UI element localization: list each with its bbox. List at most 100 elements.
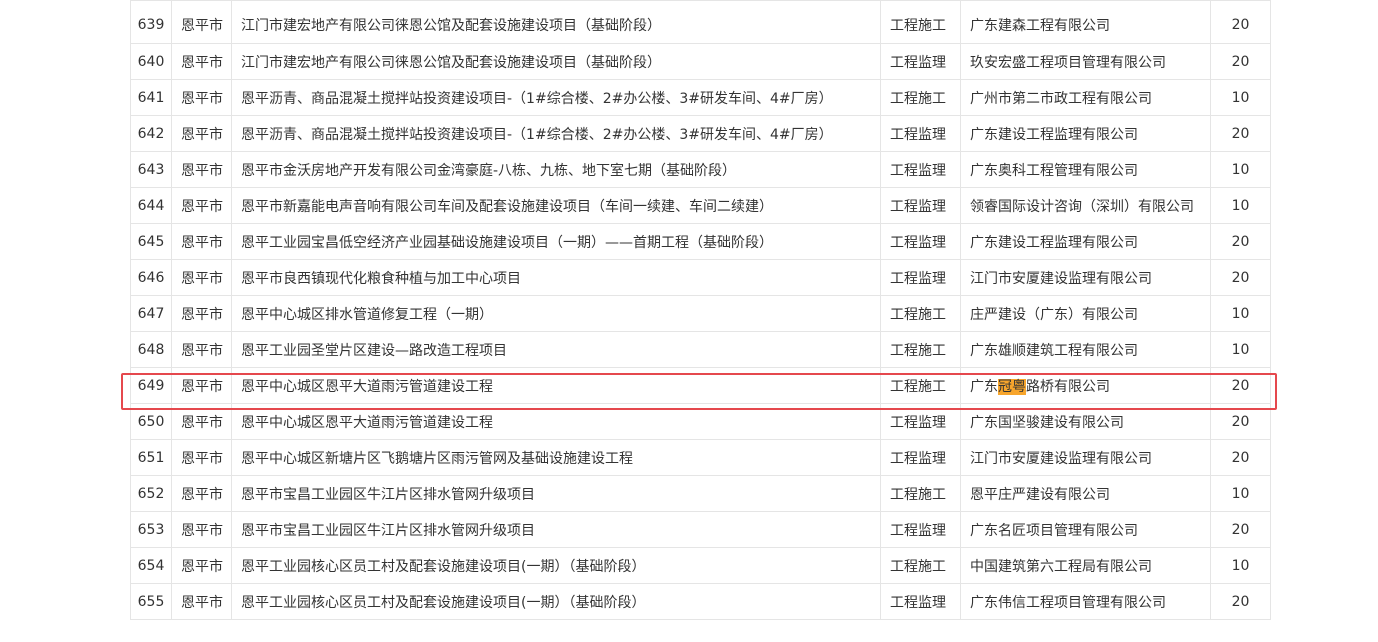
row-company: 中国建筑第六工程局有限公司 [960,547,1211,584]
row-city: 恩平市 [171,43,232,80]
row-work-type: 工程监理 [880,583,961,620]
table-row: 645 恩平市 恩平工业园宝昌低空经济产业园基础设施建设项目（一期）——首期工程（基… [130,223,1271,260]
row-number: 640 [130,43,172,80]
row-city: 恩平市 [171,475,232,512]
row-project-name: 恩平工业园宝昌低空经济产业园基础设施建设项目（一期）——首期工程（基础阶段） [231,223,881,260]
row-company: 广东奥科工程管理有限公司 [960,151,1211,188]
row-number: 647 [130,295,172,332]
row-company: 广东雄顺建筑工程有限公司 [960,331,1211,368]
row-score: 20 [1210,403,1271,440]
row-number: 643 [130,151,172,188]
row-project-name: 恩平沥青、商品混凝土搅拌站投资建设项目-（1#综合楼、2#办公楼、3#研发车间、… [231,115,881,152]
row-score: 20 [1210,583,1271,620]
row-company: 江门市安厦建设监理有限公司 [960,439,1211,476]
row-city: 恩平市 [171,367,232,404]
row-number: 642 [130,115,172,152]
row-score: 10 [1210,151,1271,188]
row-score: 10 [1210,475,1271,512]
row-project-name: 恩平市宝昌工业园区牛江片区排水管网升级项目 [231,475,881,512]
row-work-type: 工程监理 [880,151,961,188]
row-city: 恩平市 [171,331,232,368]
row-work-type: 工程监理 [880,223,961,260]
row-city: 恩平市 [171,547,232,584]
row-score: 20 [1210,367,1271,404]
row-work-type: 工程监理 [880,43,961,80]
row-number: 650 [130,403,172,440]
row-work-type: 工程施工 [880,295,961,332]
row-company: 庄严建设（广东）有限公司 [960,295,1211,332]
row-company: 玖安宏盛工程项目管理有限公司 [960,43,1211,80]
row-score: 20 [1210,259,1271,296]
row-city: 恩平市 [171,0,232,44]
row-city: 恩平市 [171,403,232,440]
results-table-container: 639 恩平市 江门市建宏地产有限公司徕恩公馆及配套设施建设项目（基础阶段） 工程施工… [130,0,1271,620]
row-work-type: 工程施工 [880,0,961,44]
row-work-type: 工程施工 [880,475,961,512]
row-project-name: 恩平市良西镇现代化粮食种植与加工中心项目 [231,259,881,296]
row-company: 领睿国际设计咨询（深圳）有限公司 [960,187,1211,224]
row-project-name: 恩平中心城区排水管道修复工程（一期） [231,295,881,332]
row-project-name: 恩平中心城区新塘片区飞鹅塘片区雨污管网及基础设施建设工程 [231,439,881,476]
row-company: 恩平庄严建设有限公司 [960,475,1211,512]
table-row: 652 恩平市 恩平市宝昌工业园区牛江片区排水管网升级项目 工程施工 恩平庄严建设有限公… [130,475,1271,512]
row-city: 恩平市 [171,583,232,620]
row-number: 648 [130,331,172,368]
row-project-name: 江门市建宏地产有限公司徕恩公馆及配套设施建设项目（基础阶段） [231,0,881,44]
table-row: 655 恩平市 恩平工业园核心区员工村及配套设施建设项目(一期）（基础阶段） 工程监理… [130,583,1271,620]
row-work-type: 工程施工 [880,547,961,584]
row-city: 恩平市 [171,223,232,260]
row-city: 恩平市 [171,115,232,152]
row-company: 广东名匠项目管理有限公司 [960,511,1211,548]
row-number: 639 [130,0,172,44]
table-row: 641 恩平市 恩平沥青、商品混凝土搅拌站投资建设项目-（1#综合楼、2#办公楼、3… [130,79,1271,116]
row-number: 652 [130,475,172,512]
row-company: 广东国坚骏建设有限公司 [960,403,1211,440]
table-row: 643 恩平市 恩平市金沃房地产开发有限公司金湾豪庭-八栋、九栋、地下室七期（基础阶… [130,151,1271,188]
row-company: 广东伟信工程项目管理有限公司 [960,583,1211,620]
row-company: 广州市第二市政工程有限公司 [960,79,1211,116]
table-row: 649 恩平市 恩平中心城区恩平大道雨污管道建设工程 工程施工 广东冠粤路桥有限公司 20 [130,367,1271,404]
row-score: 20 [1210,0,1271,44]
table-row: 654 恩平市 恩平工业园核心区员工村及配套设施建设项目(一期）（基础阶段） 工程施工… [130,547,1271,584]
row-score: 10 [1210,295,1271,332]
row-project-name: 恩平工业园核心区员工村及配套设施建设项目(一期）（基础阶段） [231,583,881,620]
company-text-post: 路桥有限公司 [1026,378,1110,395]
row-city: 恩平市 [171,511,232,548]
row-city: 恩平市 [171,439,232,476]
row-number: 653 [130,511,172,548]
table-row: 650 恩平市 恩平中心城区恩平大道雨污管道建设工程 工程监理 广东国坚骏建设有限公司 2… [130,403,1271,440]
table-row: 651 恩平市 恩平中心城区新塘片区飞鹅塘片区雨污管网及基础设施建设工程 工程监理 江门… [130,439,1271,476]
row-score: 20 [1210,511,1271,548]
table-row: 647 恩平市 恩平中心城区排水管道修复工程（一期） 工程施工 庄严建设（广东）有限公司… [130,295,1271,332]
row-project-name: 恩平中心城区恩平大道雨污管道建设工程 [231,403,881,440]
row-project-name: 恩平市新嘉能电声音响有限公司车间及配套设施建设项目（车间一续建、车间二续建） [231,187,881,224]
row-work-type: 工程施工 [880,79,961,116]
row-score: 10 [1210,79,1271,116]
row-score: 10 [1210,331,1271,368]
row-number: 641 [130,79,172,116]
table-body: 639 恩平市 江门市建宏地产有限公司徕恩公馆及配套设施建设项目（基础阶段） 工程施工… [130,0,1271,620]
row-work-type: 工程施工 [880,331,961,368]
table-row: 642 恩平市 恩平沥青、商品混凝土搅拌站投资建设项目-（1#综合楼、2#办公楼、3… [130,115,1271,152]
row-city: 恩平市 [171,187,232,224]
row-project-name: 恩平沥青、商品混凝土搅拌站投资建设项目-（1#综合楼、2#办公楼、3#研发车间、… [231,79,881,116]
row-work-type: 工程监理 [880,259,961,296]
table-row: 644 恩平市 恩平市新嘉能电声音响有限公司车间及配套设施建设项目（车间一续建、车间… [130,187,1271,224]
search-match-highlight: 冠粤 [998,378,1026,395]
row-company: 广东建森工程有限公司 [960,0,1211,44]
row-city: 恩平市 [171,151,232,188]
row-number: 646 [130,259,172,296]
row-work-type: 工程监理 [880,187,961,224]
row-score: 10 [1210,547,1271,584]
row-project-name: 恩平中心城区恩平大道雨污管道建设工程 [231,367,881,404]
row-company: 广东建设工程监理有限公司 [960,115,1211,152]
row-number: 654 [130,547,172,584]
row-number: 651 [130,439,172,476]
row-city: 恩平市 [171,259,232,296]
row-score: 20 [1210,223,1271,260]
table-row: 646 恩平市 恩平市良西镇现代化粮食种植与加工中心项目 工程监理 江门市安厦建设监理有… [130,259,1271,296]
row-project-name: 恩平市宝昌工业园区牛江片区排水管网升级项目 [231,511,881,548]
row-project-name: 恩平工业园核心区员工村及配套设施建设项目(一期）（基础阶段） [231,547,881,584]
row-company: 广东冠粤路桥有限公司 [960,367,1211,404]
row-project-name: 恩平工业园圣堂片区建设—路改造工程项目 [231,331,881,368]
